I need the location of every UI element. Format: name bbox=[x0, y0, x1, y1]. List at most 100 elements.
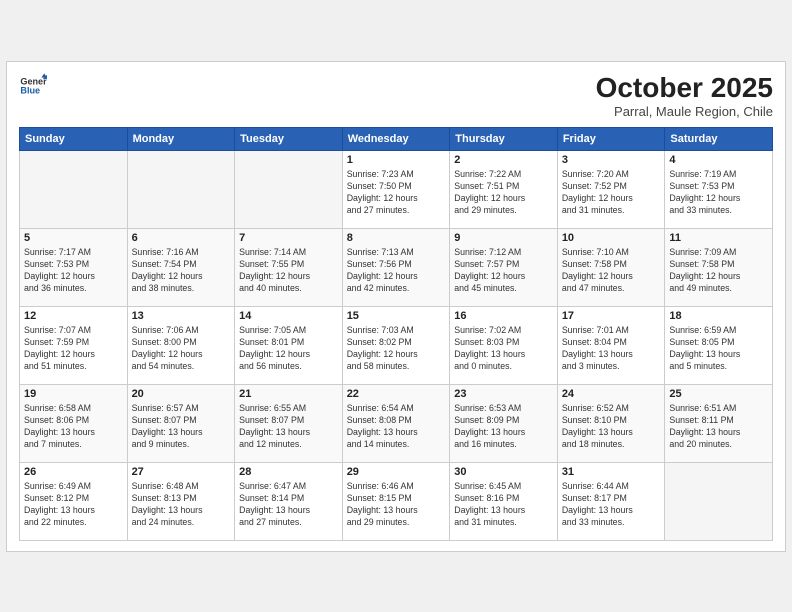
calendar-cell: 9 Sunrise: 7:12 AM Sunset: 7:57 PM Daylig… bbox=[450, 228, 558, 306]
day-number: 26 bbox=[24, 466, 123, 478]
calendar-cell: 26Sunrise: 6:49 AM Sunset: 8:12 PM Dayli… bbox=[20, 462, 128, 540]
calendar-cell: 6 Sunrise: 7:16 AM Sunset: 7:54 PM Daylig… bbox=[127, 228, 235, 306]
calendar-cell: 31 Sunrise: 6:44 AM Sunset: 8:17 PM Dayli… bbox=[557, 462, 665, 540]
weekday-header-saturday: Saturday bbox=[665, 127, 773, 150]
weekday-header-friday: Friday bbox=[557, 127, 665, 150]
week-row-2: 5 Sunrise: 7:17 AM Sunset: 7:53 PM Daylig… bbox=[20, 228, 773, 306]
calendar-table: SundayMondayTuesdayWednesdayThursdayFrid… bbox=[19, 127, 773, 541]
day-number: 30 bbox=[454, 466, 553, 478]
day-number: 8 bbox=[347, 232, 446, 244]
calendar-cell: 1 Sunrise: 7:23 AM Sunset: 7:50 PM Daylig… bbox=[342, 150, 450, 228]
calendar-cell bbox=[665, 462, 773, 540]
calendar-cell: 5 Sunrise: 7:17 AM Sunset: 7:53 PM Daylig… bbox=[20, 228, 128, 306]
day-number: 2 bbox=[454, 154, 553, 166]
day-number: 18 bbox=[669, 310, 768, 322]
day-number: 5 bbox=[24, 232, 123, 244]
calendar-cell: 25 Sunrise: 6:51 AM Sunset: 8:11 PM Dayli… bbox=[665, 384, 773, 462]
day-number: 15 bbox=[347, 310, 446, 322]
day-number: 10 bbox=[562, 232, 661, 244]
weekday-header-wednesday: Wednesday bbox=[342, 127, 450, 150]
day-number: 9 bbox=[454, 232, 553, 244]
logo: General Blue bbox=[19, 72, 47, 100]
day-number: 1 bbox=[347, 154, 446, 166]
logo-icon: General Blue bbox=[19, 72, 47, 100]
title-block: October 2025 Parral, Maule Region, Chile bbox=[596, 72, 773, 119]
day-info: Sunrise: 6:55 AM Sunset: 8:07 PM Dayligh… bbox=[239, 402, 338, 451]
day-number: 3 bbox=[562, 154, 661, 166]
calendar-cell: 3Sunrise: 7:20 AM Sunset: 7:52 PM Daylig… bbox=[557, 150, 665, 228]
day-info: Sunrise: 7:05 AM Sunset: 8:01 PM Dayligh… bbox=[239, 324, 338, 373]
calendar-cell: 12 Sunrise: 7:07 AM Sunset: 7:59 PM Dayli… bbox=[20, 306, 128, 384]
day-number: 28 bbox=[239, 466, 338, 478]
day-number: 23 bbox=[454, 388, 553, 400]
week-row-1: 1 Sunrise: 7:23 AM Sunset: 7:50 PM Daylig… bbox=[20, 150, 773, 228]
month-year: October 2025 bbox=[596, 72, 773, 104]
day-info: Sunrise: 6:58 AM Sunset: 8:06 PM Dayligh… bbox=[24, 402, 123, 451]
calendar-cell: 20 Sunrise: 6:57 AM Sunset: 8:07 PM Dayli… bbox=[127, 384, 235, 462]
day-number: 4 bbox=[669, 154, 768, 166]
day-info: Sunrise: 6:53 AM Sunset: 8:09 PM Dayligh… bbox=[454, 402, 553, 451]
day-info: Sunrise: 6:57 AM Sunset: 8:07 PM Dayligh… bbox=[132, 402, 231, 451]
calendar-cell: 23 Sunrise: 6:53 AM Sunset: 8:09 PM Dayli… bbox=[450, 384, 558, 462]
weekday-header-thursday: Thursday bbox=[450, 127, 558, 150]
day-info: Sunrise: 7:09 AM Sunset: 7:58 PM Dayligh… bbox=[669, 246, 768, 295]
week-row-3: 12 Sunrise: 7:07 AM Sunset: 7:59 PM Dayli… bbox=[20, 306, 773, 384]
weekday-header-sunday: Sunday bbox=[20, 127, 128, 150]
day-info: Sunrise: 6:51 AM Sunset: 8:11 PM Dayligh… bbox=[669, 402, 768, 451]
weekday-header-tuesday: Tuesday bbox=[235, 127, 343, 150]
calendar-cell: 8 Sunrise: 7:13 AM Sunset: 7:56 PM Daylig… bbox=[342, 228, 450, 306]
calendar-header: General Blue October 2025 Parral, Maule … bbox=[19, 72, 773, 119]
day-number: 16 bbox=[454, 310, 553, 322]
calendar-cell: 16 Sunrise: 7:02 AM Sunset: 8:03 PM Dayli… bbox=[450, 306, 558, 384]
day-number: 22 bbox=[347, 388, 446, 400]
day-number: 6 bbox=[132, 232, 231, 244]
day-info: Sunrise: 6:45 AM Sunset: 8:16 PM Dayligh… bbox=[454, 480, 553, 529]
day-info: Sunrise: 7:06 AM Sunset: 8:00 PM Dayligh… bbox=[132, 324, 231, 373]
day-info: Sunrise: 7:13 AM Sunset: 7:56 PM Dayligh… bbox=[347, 246, 446, 295]
day-number: 7 bbox=[239, 232, 338, 244]
day-info: Sunrise: 7:17 AM Sunset: 7:53 PM Dayligh… bbox=[24, 246, 123, 295]
day-number: 20 bbox=[132, 388, 231, 400]
day-info: Sunrise: 7:14 AM Sunset: 7:55 PM Dayligh… bbox=[239, 246, 338, 295]
day-number: 25 bbox=[669, 388, 768, 400]
calendar-cell: 10 Sunrise: 7:10 AM Sunset: 7:58 PM Dayli… bbox=[557, 228, 665, 306]
day-info: Sunrise: 7:12 AM Sunset: 7:57 PM Dayligh… bbox=[454, 246, 553, 295]
day-number: 19 bbox=[24, 388, 123, 400]
day-info: Sunrise: 7:10 AM Sunset: 7:58 PM Dayligh… bbox=[562, 246, 661, 295]
week-row-5: 26Sunrise: 6:49 AM Sunset: 8:12 PM Dayli… bbox=[20, 462, 773, 540]
calendar-cell bbox=[127, 150, 235, 228]
day-info: Sunrise: 7:16 AM Sunset: 7:54 PM Dayligh… bbox=[132, 246, 231, 295]
day-number: 17 bbox=[562, 310, 661, 322]
day-number: 14 bbox=[239, 310, 338, 322]
day-info: Sunrise: 6:44 AM Sunset: 8:17 PM Dayligh… bbox=[562, 480, 661, 529]
day-info: Sunrise: 7:22 AM Sunset: 7:51 PM Dayligh… bbox=[454, 168, 553, 217]
day-info: Sunrise: 6:52 AM Sunset: 8:10 PM Dayligh… bbox=[562, 402, 661, 451]
day-number: 31 bbox=[562, 466, 661, 478]
day-number: 12 bbox=[24, 310, 123, 322]
day-number: 29 bbox=[347, 466, 446, 478]
calendar-cell: 17Sunrise: 7:01 AM Sunset: 8:04 PM Dayli… bbox=[557, 306, 665, 384]
day-number: 11 bbox=[669, 232, 768, 244]
day-number: 21 bbox=[239, 388, 338, 400]
calendar-cell: 13 Sunrise: 7:06 AM Sunset: 8:00 PM Dayli… bbox=[127, 306, 235, 384]
day-number: 13 bbox=[132, 310, 231, 322]
calendar-cell: 21 Sunrise: 6:55 AM Sunset: 8:07 PM Dayli… bbox=[235, 384, 343, 462]
weekday-header-monday: Monday bbox=[127, 127, 235, 150]
calendar-cell: 22Sunrise: 6:54 AM Sunset: 8:08 PM Dayli… bbox=[342, 384, 450, 462]
calendar-cell: 18 Sunrise: 6:59 AM Sunset: 8:05 PM Dayli… bbox=[665, 306, 773, 384]
day-info: Sunrise: 7:23 AM Sunset: 7:50 PM Dayligh… bbox=[347, 168, 446, 217]
day-info: Sunrise: 7:02 AM Sunset: 8:03 PM Dayligh… bbox=[454, 324, 553, 373]
calendar-cell: 7 Sunrise: 7:14 AM Sunset: 7:55 PM Daylig… bbox=[235, 228, 343, 306]
week-row-4: 19 Sunrise: 6:58 AM Sunset: 8:06 PM Dayli… bbox=[20, 384, 773, 462]
day-info: Sunrise: 7:07 AM Sunset: 7:59 PM Dayligh… bbox=[24, 324, 123, 373]
calendar-cell: 30 Sunrise: 6:45 AM Sunset: 8:16 PM Dayli… bbox=[450, 462, 558, 540]
location: Parral, Maule Region, Chile bbox=[596, 104, 773, 119]
day-info: Sunrise: 6:47 AM Sunset: 8:14 PM Dayligh… bbox=[239, 480, 338, 529]
calendar-cell: 24Sunrise: 6:52 AM Sunset: 8:10 PM Dayli… bbox=[557, 384, 665, 462]
day-info: Sunrise: 6:46 AM Sunset: 8:15 PM Dayligh… bbox=[347, 480, 446, 529]
weekday-header-row: SundayMondayTuesdayWednesdayThursdayFrid… bbox=[20, 127, 773, 150]
day-info: Sunrise: 6:59 AM Sunset: 8:05 PM Dayligh… bbox=[669, 324, 768, 373]
calendar-cell bbox=[235, 150, 343, 228]
calendar-cell: 15Sunrise: 7:03 AM Sunset: 8:02 PM Dayli… bbox=[342, 306, 450, 384]
calendar-cell: 2 Sunrise: 7:22 AM Sunset: 7:51 PM Daylig… bbox=[450, 150, 558, 228]
